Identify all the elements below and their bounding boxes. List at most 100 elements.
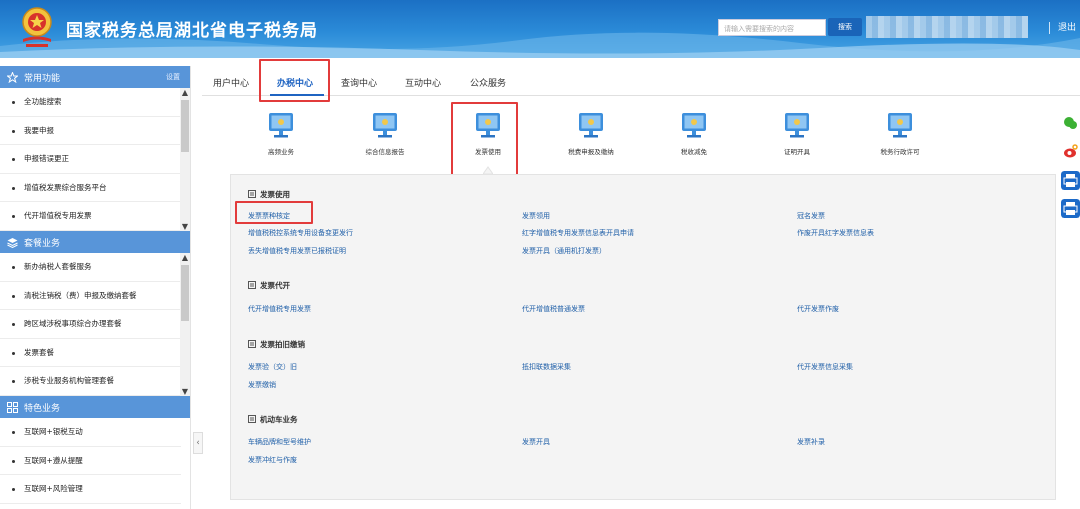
sidebar-item[interactable]: 增值税发票综合服务平台 [0,174,181,202]
scroll-down-icon[interactable]: ▼ [181,222,189,231]
func-label: 税费申报及缴纳 [568,148,614,156]
category-icon [248,281,256,289]
func-tax-relief[interactable]: 税收减免 [654,112,734,156]
logout-link[interactable]: 退出 [1058,20,1076,33]
category-vehicle: 机动车业务 [248,414,298,425]
category-invoice-cancel: 发票拍旧缴销 [248,339,305,350]
monitor-icon [269,113,293,138]
sidebar-item[interactable]: 我要申报 [0,117,181,145]
monitor-icon [373,113,397,138]
link-lost-invoice-proof[interactable]: 丢失增值税专用发票已报税证明 [248,246,346,256]
monitor-icon [682,113,706,138]
category-title: 发票拍旧缴销 [260,340,305,349]
link-deduction-data[interactable]: 抵扣联数据采集 [522,362,571,372]
top-banner: 国家税务总局湖北省电子税务局 请输入需要搜索的内容 搜索 退出 [0,0,1080,58]
main-tabs: 用户中心 办税中心 查询中心 互动中心 公众服务 [202,66,1080,96]
link-issue-general-invoice[interactable]: 发票开具（通用机打发票） [522,246,606,256]
link-vehicle-brand[interactable]: 车辆品牌和型号维护 [248,437,311,447]
category-title: 发票代开 [260,281,290,290]
sidebar-item[interactable]: 跨区域涉税事项综合办理套餐 [0,310,181,339]
tab-query-center[interactable]: 查询中心 [341,76,377,89]
print-icon[interactable] [1061,199,1080,218]
sidebar-list-common: 全功能搜索 我要申报 申报错误更正 增值税发票综合服务平台 代开增值税专用发票 … [0,88,190,231]
panel-pointer-icon [483,166,493,174]
link-vehicle-invoice-issue[interactable]: 发票开具 [522,437,550,447]
weibo-icon[interactable] [1061,142,1080,161]
sidebar-item[interactable]: 互联网+遵从提醒 [0,447,181,475]
link-proxy-info-collect[interactable]: 代开发票信息采集 [797,362,853,372]
sidebar-section-title: 特色业务 [24,403,61,414]
func-info-report[interactable]: 综合信息报告 [345,112,425,156]
highlight-box-link [235,201,313,224]
category-icon [248,415,256,423]
sidebar-section-title: 常用功能 [24,73,61,84]
category-icon [248,340,256,348]
sidebar-item[interactable]: 清税注销税（费）申报及缴纳套餐 [0,282,181,310]
sidebar-item[interactable]: 发票套餐 [0,339,181,367]
tab-user-center[interactable]: 用户中心 [213,76,249,89]
header-divider [1049,22,1050,34]
sidebar-item[interactable]: 互联网+银税互动 [0,418,181,447]
sidebar-item[interactable]: 全功能搜索 [0,88,181,117]
sidebar-list-package: 新办纳税人套餐服务 清税注销税（费）申报及缴纳套餐 跨区域涉税事项综合办理套餐 … [0,253,190,396]
category-invoice-use: 发票使用 [248,189,290,200]
func-label: 税收减免 [681,148,707,156]
sidebar: 常用功能 设置 全功能搜索 我要申报 申报错误更正 增值税发票综合服务平台 代开… [0,66,191,509]
link-proxy-general-invoice[interactable]: 代开增值税普通发票 [522,304,585,314]
scroll-thumb[interactable] [181,100,189,152]
sidebar-section-common[interactable]: 常用功能 设置 [0,66,190,88]
monitor-icon [579,113,603,138]
category-title: 发票使用 [260,190,290,199]
link-device-change[interactable]: 增值税税控系统专用设备变更发行 [248,228,353,238]
category-title: 机动车业务 [260,415,298,424]
site-title: 国家税务总局湖北省电子税务局 [66,21,318,41]
scrollbar[interactable]: ▲ ▼ [180,253,190,396]
national-emblem-icon [22,7,52,47]
search-input[interactable]: 请输入需要搜索的内容 [718,19,826,36]
link-invoice-receive[interactable]: 发票领用 [522,211,550,221]
sidebar-item[interactable]: 互联网+风险管理 [0,475,181,504]
scroll-up-icon[interactable]: ▲ [181,253,189,262]
highlight-box-tab [259,59,330,102]
link-invoice-check-old[interactable]: 发票验（交）旧 [248,362,297,372]
category-invoice-proxy: 发票代开 [248,280,290,291]
sidebar-item[interactable]: 涉税专业服务机构管理套餐 [0,367,181,396]
scroll-down-icon[interactable]: ▼ [181,387,189,396]
grid-icon [7,401,18,413]
star-icon [6,70,19,83]
search-button[interactable]: 搜索 [828,18,862,36]
sidebar-item[interactable]: 申报错误更正 [0,145,181,174]
func-certificate[interactable]: 证明开具 [757,112,837,156]
func-admin-license[interactable]: 税务行政许可 [860,112,940,156]
link-invoice-cancellation[interactable]: 发票缴销 [248,380,276,390]
sidebar-section-title: 套餐业务 [24,238,61,249]
scrollbar[interactable]: ▲ ▼ [180,88,190,231]
sidebar-list-featured: 互联网+银税互动 互联网+遵从提醒 互联网+风险管理 [0,418,190,504]
scroll-up-icon[interactable]: ▲ [181,88,189,97]
link-named-invoice[interactable]: 冠名发票 [797,211,825,221]
sidebar-item[interactable]: 新办纳税人套餐服务 [0,253,181,282]
link-void-red-info[interactable]: 作废开具红字发票信息表 [797,228,874,238]
func-high-frequency[interactable]: 高频业务 [241,112,321,156]
sidebar-section-featured[interactable]: 特色业务 [0,396,190,418]
func-tax-declare[interactable]: 税费申报及缴纳 [551,112,631,156]
sidebar-item[interactable]: 代开增值税专用发票 [0,202,181,231]
link-proxy-special-invoice[interactable]: 代开增值税专用发票 [248,304,311,314]
sidebar-collapse-button[interactable]: ‹ [193,432,203,454]
func-label: 税务行政许可 [880,148,920,156]
link-vehicle-invoice-supplement[interactable]: 发票补录 [797,437,825,447]
sidebar-section-package[interactable]: 套餐业务 [0,231,190,253]
link-proxy-invoice-void[interactable]: 代开发票作废 [797,304,839,314]
tab-interaction-center[interactable]: 互动中心 [405,76,441,89]
category-icon [248,190,256,198]
print-icon[interactable] [1061,171,1080,190]
scroll-thumb[interactable] [181,265,189,321]
user-info-blurred [866,16,1028,38]
link-red-invoice-apply[interactable]: 红字增值税专用发票信息表开具申请 [522,228,634,238]
monitor-icon [888,113,912,138]
link-vehicle-red-void[interactable]: 发票冲红与作废 [248,455,297,465]
settings-link[interactable]: 设置 [166,72,180,82]
wechat-icon[interactable] [1061,114,1080,133]
func-label: 证明开具 [784,148,810,156]
tab-public-service[interactable]: 公众服务 [470,76,506,89]
